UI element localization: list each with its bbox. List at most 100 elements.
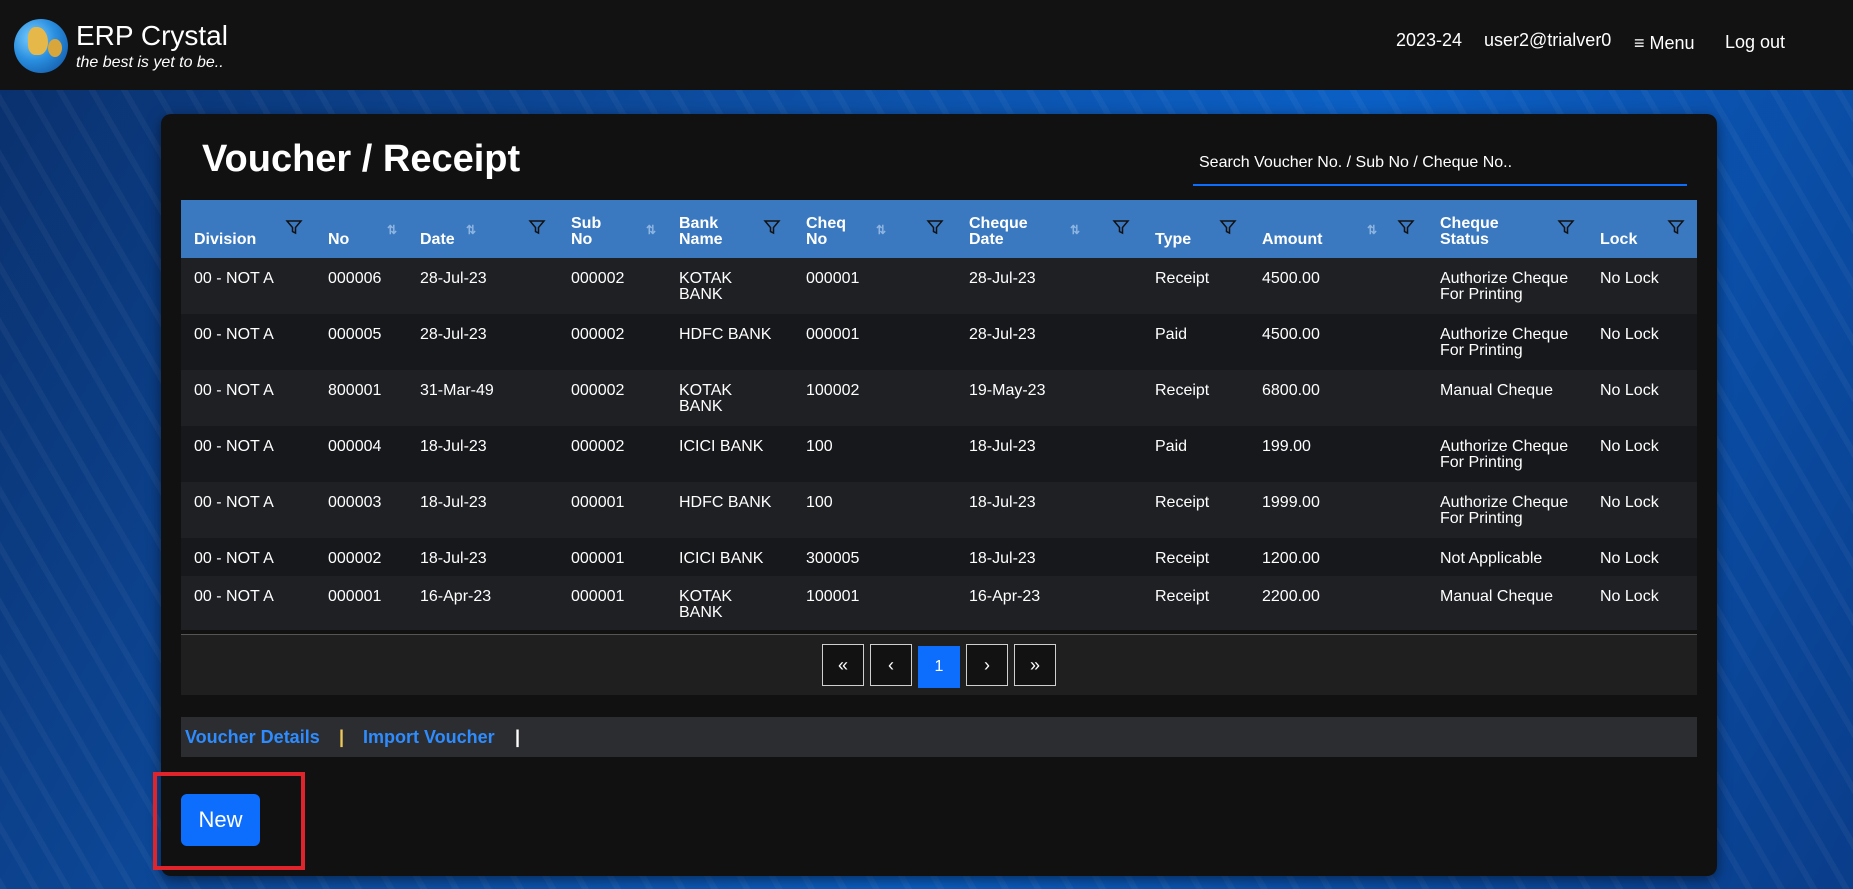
table-header-row: Division No ⇅ Date ⇅ Sub No ⇅ Bank Name …: [181, 200, 1697, 258]
prev-page-button[interactable]: ‹: [870, 644, 912, 686]
voucher-details-link[interactable]: Voucher Details: [185, 727, 320, 748]
filter-icon[interactable]: [763, 218, 781, 236]
link-separator: |: [515, 727, 521, 747]
filter-icon[interactable]: [285, 218, 303, 236]
pagination-bar: « ‹ 1 › »: [181, 634, 1697, 695]
cell-division: 00 - NOT A: [194, 270, 274, 287]
brand-tagline: the best is yet to be..: [76, 54, 224, 71]
header-label: Bank: [679, 215, 719, 232]
import-voucher-link[interactable]: Import Voucher: [363, 727, 495, 748]
col-header-bank-name[interactable]: Bank Name: [666, 200, 793, 258]
table-row[interactable]: 00 - NOT A 000004 18-Jul-23 000002 ICICI…: [181, 426, 1697, 482]
filter-icon[interactable]: [1667, 218, 1685, 236]
cell-type: Receipt: [1155, 270, 1210, 287]
filter-icon[interactable]: [1557, 218, 1575, 236]
header-label: Type: [1155, 231, 1192, 248]
sort-icon[interactable]: ⇅: [466, 222, 476, 238]
header-label: Cheque: [1440, 215, 1499, 232]
cell-no: 000001: [328, 588, 382, 605]
col-header-amount[interactable]: Amount ⇅: [1249, 200, 1427, 258]
header-label: Cheque: [969, 215, 1028, 232]
table-row[interactable]: 00 - NOT A 000005 28-Jul-23 000002 HDFC …: [181, 314, 1697, 370]
cell-sub-no: 000002: [571, 326, 625, 343]
next-page-button[interactable]: ›: [966, 644, 1008, 686]
col-header-lock[interactable]: Lock: [1587, 200, 1697, 258]
search-input[interactable]: [1193, 142, 1687, 186]
pagination: « ‹ 1 › »: [181, 644, 1697, 688]
table-row[interactable]: 00 - NOT A 000003 18-Jul-23 000001 HDFC …: [181, 482, 1697, 538]
cell-division: 00 - NOT A: [194, 382, 274, 399]
first-page-button[interactable]: «: [822, 644, 864, 686]
sort-icon[interactable]: ⇅: [387, 222, 397, 238]
cell-type: Paid: [1155, 438, 1188, 455]
cell-division: 00 - NOT A: [194, 550, 274, 567]
cell-no: 800001: [328, 382, 382, 399]
filter-icon[interactable]: [926, 218, 944, 236]
fiscal-year[interactable]: 2023-24: [1396, 30, 1462, 51]
filter-icon[interactable]: [1112, 218, 1130, 236]
sort-icon[interactable]: ⇅: [876, 222, 886, 238]
col-header-cheque-date[interactable]: Cheque Date ⇅: [956, 200, 1142, 258]
cell-lock: No Lock: [1600, 550, 1659, 567]
col-header-sub-no[interactable]: Sub No ⇅: [558, 200, 666, 258]
col-header-date[interactable]: Date ⇅: [407, 200, 558, 258]
cell-lock: No Lock: [1600, 438, 1659, 455]
header-label: Cheq: [806, 215, 846, 232]
cell-date: 18-Jul-23: [420, 494, 487, 511]
page-1-button[interactable]: 1: [918, 646, 960, 688]
cell-lock: No Lock: [1600, 270, 1659, 287]
cell-lock: No Lock: [1600, 326, 1659, 343]
col-header-cheq-no[interactable]: Cheq No ⇅: [793, 200, 956, 258]
cell-bank-name: KOTAK BANK: [679, 382, 733, 415]
header-label: Division: [194, 231, 257, 248]
cell-cheque-date: 28-Jul-23: [969, 270, 1036, 287]
voucher-card: Voucher / Receipt Division No ⇅: [161, 114, 1717, 876]
brand-title[interactable]: ERP Crystal: [76, 20, 228, 52]
user-account[interactable]: user2@trialver0: [1484, 30, 1611, 51]
cell-no: 000006: [328, 270, 382, 287]
cell-bank-name: ICICI BANK: [679, 438, 764, 455]
header-label: Lock: [1600, 231, 1638, 248]
cell-cheque-date: 19-May-23: [969, 382, 1046, 399]
cell-sub-no: 000002: [571, 270, 625, 287]
sort-icon[interactable]: ⇅: [1367, 222, 1377, 238]
col-header-cheque-status[interactable]: Cheque Status: [1427, 200, 1587, 258]
cell-bank-name: HDFC BANK: [679, 494, 772, 511]
cell-cheque-status: Not Applicable: [1440, 550, 1543, 567]
table-row[interactable]: 00 - NOT A 800001 31-Mar-49 000002 KOTAK…: [181, 370, 1697, 426]
table-row[interactable]: 00 - NOT A 000001 16-Apr-23 000001 KOTAK…: [181, 576, 1697, 630]
filter-icon[interactable]: [528, 218, 546, 236]
cell-bank-name: KOTAK BANK: [679, 270, 733, 303]
cell-cheq-no: 100: [806, 494, 833, 511]
filter-icon[interactable]: [1397, 218, 1415, 236]
logout-link[interactable]: Log out: [1725, 32, 1785, 53]
cell-date: 28-Jul-23: [420, 326, 487, 343]
cell-cheq-no: 100002: [806, 382, 860, 399]
cell-amount: 199.00: [1262, 438, 1311, 455]
cell-cheq-no: 300005: [806, 550, 860, 567]
top-navbar: ERP Crystal the best is yet to be.. 2023…: [0, 0, 1853, 90]
col-header-type[interactable]: Type: [1142, 200, 1249, 258]
cell-date: 31-Mar-49: [420, 382, 494, 399]
cell-lock: No Lock: [1600, 382, 1659, 399]
cell-division: 00 - NOT A: [194, 438, 274, 455]
cell-sub-no: 000001: [571, 494, 625, 511]
cell-cheque-date: 18-Jul-23: [969, 438, 1036, 455]
cell-bank-name: KOTAK BANK: [679, 588, 733, 621]
sort-icon[interactable]: ⇅: [646, 222, 656, 238]
table-row[interactable]: 00 - NOT A 000006 28-Jul-23 000002 KOTAK…: [181, 258, 1697, 314]
header-label: Sub: [571, 215, 602, 232]
cell-cheq-no: 000001: [806, 326, 860, 343]
cell-cheque-status: Manual Cheque: [1440, 588, 1553, 605]
col-header-division[interactable]: Division: [181, 200, 315, 258]
menu-button[interactable]: ≡ Menu: [1634, 33, 1695, 54]
table-row[interactable]: 00 - NOT A 000002 18-Jul-23 000001 ICICI…: [181, 538, 1697, 576]
sort-icon[interactable]: ⇅: [1070, 222, 1080, 238]
filter-icon[interactable]: [1219, 218, 1237, 236]
last-page-button[interactable]: »: [1014, 644, 1056, 686]
col-header-no[interactable]: No ⇅: [315, 200, 407, 258]
header-label: Date: [969, 231, 1004, 248]
cell-division: 00 - NOT A: [194, 588, 274, 605]
cell-cheque-status: Authorize Cheque For Printing: [1440, 326, 1569, 359]
header-label: Name: [679, 231, 723, 248]
